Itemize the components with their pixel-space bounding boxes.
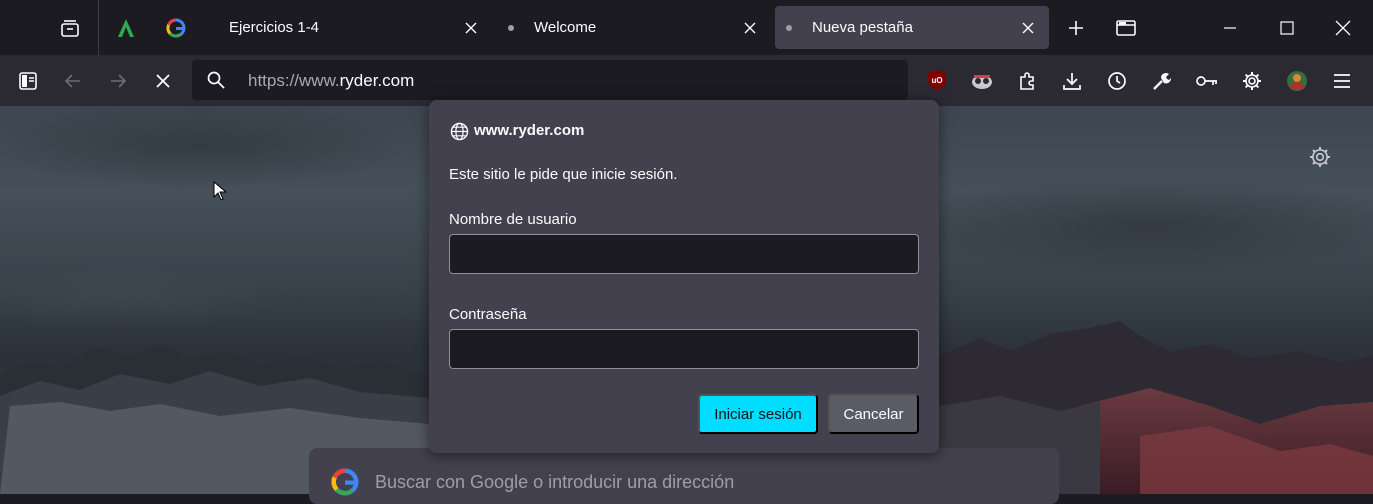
- back-arrow-icon[interactable]: [59, 67, 87, 95]
- tab-title: Nueva pestaña: [812, 19, 913, 36]
- globe-icon: [449, 121, 469, 141]
- stop-loading-icon[interactable]: [149, 67, 177, 95]
- ublock-origin-icon[interactable]: uO: [925, 68, 949, 92]
- tab-nueva-pestana[interactable]: Nueva pestaña: [775, 6, 1049, 49]
- firefox-view-icon[interactable]: [56, 14, 84, 42]
- tab-bar: Ejercicios 1-4 Welcome Nueva pestaña: [0, 0, 1373, 55]
- search-icon: [206, 70, 226, 90]
- pinned-tab-google[interactable]: [160, 12, 192, 44]
- forward-arrow-icon[interactable]: [104, 67, 132, 95]
- tab-title: Ejercicios 1-4: [229, 19, 320, 36]
- sidebar-icon[interactable]: [14, 67, 42, 95]
- url-bar[interactable]: https://www.ryder.com: [192, 60, 908, 100]
- maximize-icon[interactable]: [1273, 14, 1301, 42]
- password-field[interactable]: [449, 329, 919, 369]
- downloads-icon[interactable]: [1059, 68, 1085, 94]
- privacy-badger-icon[interactable]: [969, 68, 995, 94]
- tab-title: Welcome: [534, 19, 597, 36]
- cancel-button[interactable]: Cancelar: [828, 394, 919, 434]
- mouse-pointer-icon: [213, 180, 228, 206]
- account-avatar-icon[interactable]: [1284, 68, 1310, 94]
- search-placeholder: Buscar con Google o introducir una direc…: [375, 472, 735, 492]
- tab-ejercicios[interactable]: Ejercicios 1-4: [212, 6, 492, 49]
- hamburger-menu-icon[interactable]: [1329, 68, 1355, 94]
- close-window-icon[interactable]: [1329, 14, 1357, 42]
- dialog-message: Este sitio le pide que inicie sesión.: [449, 166, 678, 183]
- history-clock-icon[interactable]: [1104, 68, 1130, 94]
- password-label: Contraseña: [449, 306, 527, 323]
- url-prefix: https://www.: [248, 71, 340, 90]
- svg-text:uO: uO: [931, 76, 942, 85]
- auth-dialog: www.ryder.com Este sitio le pide que ini…: [429, 100, 939, 453]
- tab-welcome[interactable]: Welcome: [497, 6, 770, 49]
- close-icon[interactable]: [1018, 18, 1038, 38]
- new-tab-search-box[interactable]: Buscar con Google o introducir una direc…: [309, 448, 1059, 504]
- settings-gear-icon[interactable]: [1239, 68, 1265, 94]
- tools-wrench-icon[interactable]: [1149, 68, 1175, 94]
- passwords-key-icon[interactable]: [1194, 68, 1220, 94]
- google-logo-icon: [166, 18, 186, 38]
- google-logo-icon: [329, 466, 361, 498]
- close-icon[interactable]: [461, 18, 481, 38]
- username-field[interactable]: [449, 234, 919, 274]
- dialog-host: www.ryder.com: [474, 122, 585, 139]
- tab-list-icon[interactable]: [1112, 14, 1140, 42]
- loading-dot-icon: [786, 25, 792, 31]
- extensions-puzzle-icon[interactable]: [1014, 68, 1040, 94]
- loading-dot-icon: [508, 25, 514, 31]
- green-a-logo-icon: [116, 18, 136, 38]
- pinned-tab-a[interactable]: [110, 12, 142, 44]
- url-domain: ryder.com: [339, 71, 415, 90]
- tab-separator: [98, 0, 99, 55]
- minimize-icon[interactable]: [1216, 14, 1244, 42]
- url-text[interactable]: https://www.ryder.com: [248, 71, 414, 91]
- username-label: Nombre de usuario: [449, 211, 577, 228]
- new-tab-plus-icon[interactable]: [1062, 14, 1090, 42]
- close-icon[interactable]: [740, 18, 760, 38]
- customize-new-tab-gear-icon[interactable]: [1309, 146, 1331, 173]
- login-button[interactable]: Iniciar sesión: [698, 394, 818, 434]
